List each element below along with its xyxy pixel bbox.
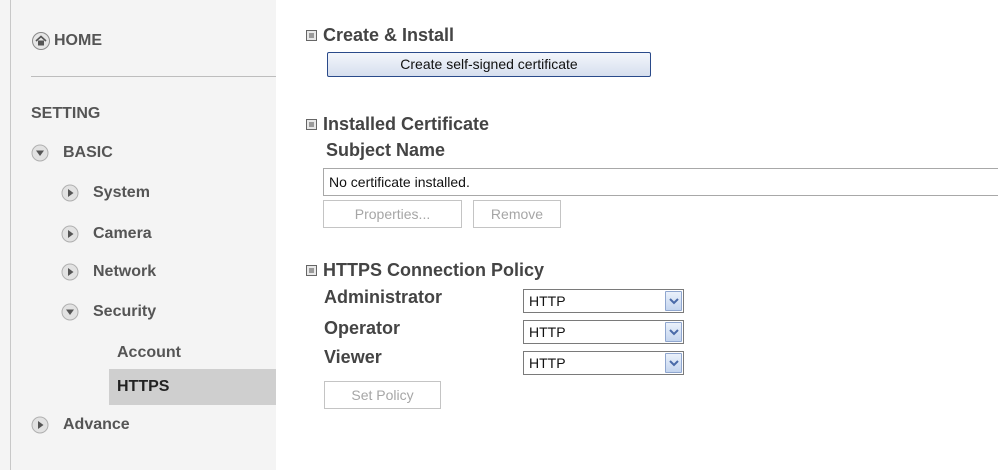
select-value: HTTP — [529, 293, 566, 309]
home-icon — [31, 31, 51, 51]
section-installed-certificate: Installed Certificate — [306, 114, 489, 135]
chevron-right-icon — [31, 416, 49, 434]
sidebar-divider — [31, 76, 276, 77]
operator-label: Operator — [324, 318, 401, 338]
sidebar-item-system[interactable]: System — [61, 179, 150, 207]
subject-name-label: Subject Name — [326, 140, 446, 160]
sidebar-item-camera[interactable]: Camera — [61, 220, 152, 248]
sidebar-item-label: System — [93, 184, 150, 201]
sidebar-item-basic[interactable]: BASIC — [31, 139, 113, 167]
chevron-right-icon — [61, 184, 79, 202]
sidebar-item-https[interactable]: HTTPS — [117, 373, 169, 401]
section-bullet-icon — [306, 265, 317, 276]
section-title: HTTPS Connection Policy — [323, 260, 545, 280]
chevron-down-icon — [31, 144, 49, 162]
sidebar-item-label: BASIC — [63, 144, 113, 161]
sidebar: HOME SETTING BASIC System Camera Network — [0, 0, 276, 470]
select-value: HTTP — [529, 324, 566, 340]
viewer-label: Viewer — [324, 347, 382, 367]
sidebar-item-security[interactable]: Security — [61, 298, 156, 326]
subject-name-field: No certificate installed. — [323, 168, 998, 196]
section-title: Create & Install — [323, 25, 455, 45]
set-policy-button[interactable]: Set Policy — [324, 381, 441, 409]
section-title: Installed Certificate — [323, 114, 490, 134]
dropdown-arrow-icon[interactable] — [665, 291, 682, 311]
dropdown-arrow-icon[interactable] — [665, 353, 682, 373]
select-value: HTTP — [529, 355, 566, 371]
sidebar-item-label: Camera — [93, 225, 152, 242]
section-bullet-icon — [306, 30, 317, 41]
operator-select[interactable]: HTTP — [523, 320, 684, 344]
administrator-select[interactable]: HTTP — [523, 289, 684, 313]
chevron-right-icon — [61, 263, 79, 281]
sidebar-item-network[interactable]: Network — [61, 258, 156, 286]
sidebar-border — [10, 0, 11, 470]
sidebar-item-label: Advance — [63, 416, 130, 433]
section-connection-policy: HTTPS Connection Policy — [306, 260, 544, 281]
sidebar-item-advance[interactable]: Advance — [31, 411, 130, 439]
viewer-select[interactable]: HTTP — [523, 351, 684, 375]
sidebar-item-label: Security — [93, 303, 157, 320]
remove-button[interactable]: Remove — [473, 200, 561, 228]
setting-heading: SETTING — [31, 105, 101, 122]
home-label: HOME — [54, 32, 102, 49]
dropdown-arrow-icon[interactable] — [665, 322, 682, 342]
chevron-down-icon — [61, 303, 79, 321]
home-link[interactable]: HOME — [31, 26, 102, 56]
properties-button[interactable]: Properties... — [323, 200, 462, 228]
main-content: Create & Install Create self-signed cert… — [276, 0, 998, 470]
section-bullet-icon — [306, 119, 317, 130]
administrator-label: Administrator — [324, 287, 443, 307]
create-certificate-button[interactable]: Create self-signed certificate — [327, 52, 651, 77]
sidebar-item-label: Network — [93, 263, 157, 280]
chevron-right-icon — [61, 225, 79, 243]
sidebar-item-account[interactable]: Account — [117, 339, 181, 367]
section-create-install: Create & Install — [306, 25, 454, 46]
